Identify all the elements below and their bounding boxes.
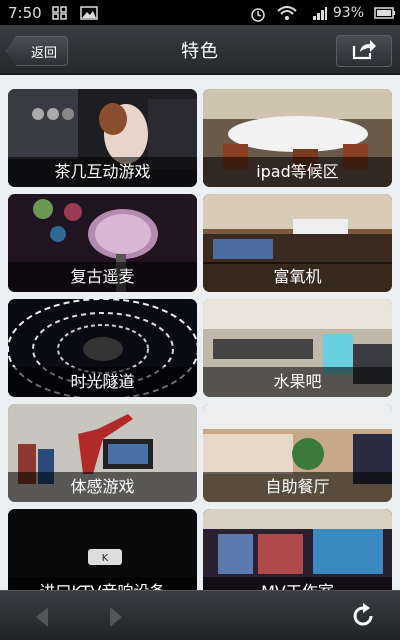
share-button[interactable] xyxy=(336,35,392,67)
tile-label: ipad等候区 xyxy=(203,157,392,187)
share-icon xyxy=(351,38,377,64)
grid-icon xyxy=(51,5,70,20)
back-button[interactable]: 返回 xyxy=(6,36,68,66)
tile-label: 茶几互动游戏 xyxy=(8,157,197,187)
tile-label: MV工作室 xyxy=(203,577,392,590)
tile-tea-table-game[interactable]: 茶几互动游戏 xyxy=(8,89,197,187)
back-arrow-icon[interactable] xyxy=(36,607,48,627)
tile-time-tunnel[interactable]: 时光隧道 xyxy=(8,299,197,397)
svg-text:K: K xyxy=(102,553,109,564)
tile-mv-studio[interactable]: MV工作室 xyxy=(203,509,392,590)
wifi-icon xyxy=(277,5,297,20)
status-bar: 7:50 93% xyxy=(0,0,400,25)
tile-label: 富氧机 xyxy=(203,262,392,292)
tile-label: 时光隧道 xyxy=(8,367,197,397)
image-icon xyxy=(79,5,98,20)
tile-label: 进口KTV音响设备 xyxy=(8,577,197,590)
battery-icon xyxy=(374,6,395,20)
tile-buffet[interactable]: 自助餐厅 xyxy=(203,404,392,502)
tile-retro-mic[interactable]: 复古遥麦 xyxy=(8,194,197,292)
page-title: 特色 xyxy=(181,40,219,62)
forward-arrow-icon[interactable] xyxy=(110,607,122,627)
tile-motion-game[interactable]: 体感游戏 xyxy=(8,404,197,502)
tile-label: 复古遥麦 xyxy=(8,262,197,292)
feature-grid: 茶几互动游戏 ipad等候区 复古遥麦 富氧机 时光隧道 水果吧 体感游戏 自助… xyxy=(8,89,392,590)
tile-imported-audio[interactable]: K 进口KTV音响设备 xyxy=(8,509,197,590)
tile-label: 水果吧 xyxy=(203,367,392,397)
alarm-icon xyxy=(249,6,267,22)
battery-percent: 93% xyxy=(332,4,364,21)
refresh-icon[interactable] xyxy=(350,603,376,629)
tile-label: 体感游戏 xyxy=(8,472,197,502)
bottom-toolbar xyxy=(0,590,400,640)
tile-ipad-waiting-area[interactable]: ipad等候区 xyxy=(203,89,392,187)
tile-fruit-bar[interactable]: 水果吧 xyxy=(203,299,392,397)
tile-label: 自助餐厅 xyxy=(203,472,392,502)
header-bar: 返回 特色 xyxy=(0,25,400,75)
tile-oxygen-machine[interactable]: 富氧机 xyxy=(203,194,392,292)
feature-list: 茶几互动游戏 ipad等候区 复古遥麦 富氧机 时光隧道 水果吧 体感游戏 自助… xyxy=(0,75,400,590)
signal-3g-icon xyxy=(305,6,327,20)
status-time: 7:50 xyxy=(8,3,42,22)
